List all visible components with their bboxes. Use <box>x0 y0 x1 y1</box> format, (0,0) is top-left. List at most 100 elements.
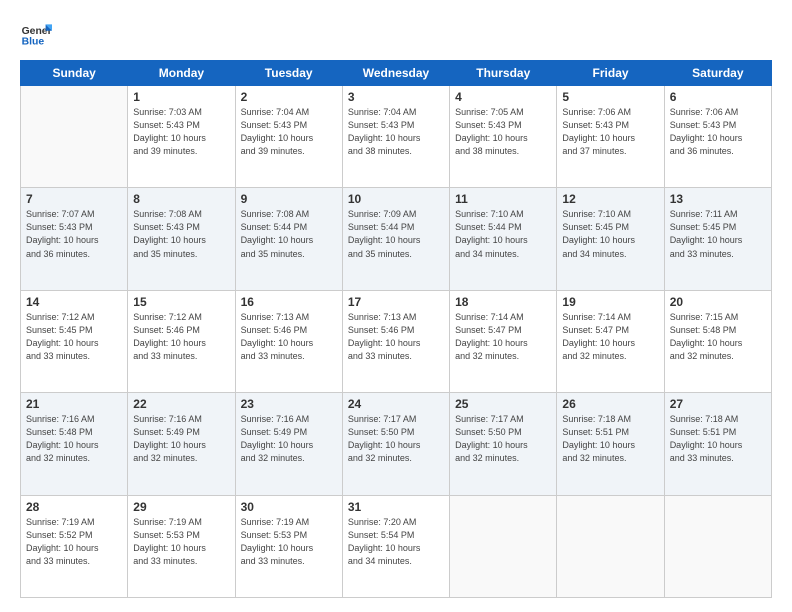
day-number: 7 <box>26 192 122 206</box>
day-number: 31 <box>348 500 444 514</box>
calendar-cell: 18 Sunrise: 7:14 AM Sunset: 5:47 PM Dayli… <box>450 290 557 392</box>
day-info: Sunrise: 7:12 AM Sunset: 5:45 PM Dayligh… <box>26 311 122 363</box>
day-number: 16 <box>241 295 337 309</box>
calendar-cell: 22 Sunrise: 7:16 AM Sunset: 5:49 PM Dayli… <box>128 393 235 495</box>
day-number: 3 <box>348 90 444 104</box>
day-info: Sunrise: 7:07 AM Sunset: 5:43 PM Dayligh… <box>26 208 122 260</box>
day-number: 20 <box>670 295 766 309</box>
day-info: Sunrise: 7:17 AM Sunset: 5:50 PM Dayligh… <box>455 413 551 465</box>
day-info: Sunrise: 7:17 AM Sunset: 5:50 PM Dayligh… <box>348 413 444 465</box>
day-number: 4 <box>455 90 551 104</box>
day-info: Sunrise: 7:19 AM Sunset: 5:52 PM Dayligh… <box>26 516 122 568</box>
calendar-cell: 26 Sunrise: 7:18 AM Sunset: 5:51 PM Dayli… <box>557 393 664 495</box>
calendar-cell <box>21 86 128 188</box>
day-info: Sunrise: 7:12 AM Sunset: 5:46 PM Dayligh… <box>133 311 229 363</box>
day-number: 26 <box>562 397 658 411</box>
day-info: Sunrise: 7:18 AM Sunset: 5:51 PM Dayligh… <box>562 413 658 465</box>
day-number: 25 <box>455 397 551 411</box>
calendar-cell: 25 Sunrise: 7:17 AM Sunset: 5:50 PM Dayli… <box>450 393 557 495</box>
week-row-3: 14 Sunrise: 7:12 AM Sunset: 5:45 PM Dayli… <box>21 290 772 392</box>
calendar-cell: 11 Sunrise: 7:10 AM Sunset: 5:44 PM Dayli… <box>450 188 557 290</box>
day-number: 6 <box>670 90 766 104</box>
day-info: Sunrise: 7:11 AM Sunset: 5:45 PM Dayligh… <box>670 208 766 260</box>
calendar-cell: 6Sunrise: 7:06 AM Sunset: 5:43 PM Daylig… <box>664 86 771 188</box>
calendar-cell <box>450 495 557 597</box>
calendar-cell: 30Sunrise: 7:19 AM Sunset: 5:53 PM Dayli… <box>235 495 342 597</box>
day-info: Sunrise: 7:19 AM Sunset: 5:53 PM Dayligh… <box>241 516 337 568</box>
day-info: Sunrise: 7:15 AM Sunset: 5:48 PM Dayligh… <box>670 311 766 363</box>
day-info: Sunrise: 7:10 AM Sunset: 5:45 PM Dayligh… <box>562 208 658 260</box>
calendar-cell: 19Sunrise: 7:14 AM Sunset: 5:47 PM Dayli… <box>557 290 664 392</box>
weekday-header-row: SundayMondayTuesdayWednesdayThursdayFrid… <box>21 61 772 86</box>
calendar-cell: 2 Sunrise: 7:04 AM Sunset: 5:43 PM Daylig… <box>235 86 342 188</box>
day-number: 9 <box>241 192 337 206</box>
calendar-cell: 9 Sunrise: 7:08 AM Sunset: 5:44 PM Daylig… <box>235 188 342 290</box>
weekday-header-tuesday: Tuesday <box>235 61 342 86</box>
calendar-cell: 5 Sunrise: 7:06 AM Sunset: 5:43 PM Daylig… <box>557 86 664 188</box>
weekday-header-sunday: Sunday <box>21 61 128 86</box>
day-info: Sunrise: 7:16 AM Sunset: 5:48 PM Dayligh… <box>26 413 122 465</box>
day-info: Sunrise: 7:08 AM Sunset: 5:43 PM Dayligh… <box>133 208 229 260</box>
day-number: 12 <box>562 192 658 206</box>
calendar-cell: 16 Sunrise: 7:13 AM Sunset: 5:46 PM Dayli… <box>235 290 342 392</box>
week-row-5: 28 Sunrise: 7:19 AM Sunset: 5:52 PM Dayli… <box>21 495 772 597</box>
calendar-cell: 24 Sunrise: 7:17 AM Sunset: 5:50 PM Dayli… <box>342 393 449 495</box>
calendar-cell: 20 Sunrise: 7:15 AM Sunset: 5:48 PM Dayli… <box>664 290 771 392</box>
day-number: 1 <box>133 90 229 104</box>
calendar-cell <box>557 495 664 597</box>
day-info: Sunrise: 7:19 AM Sunset: 5:53 PM Dayligh… <box>133 516 229 568</box>
week-row-2: 7 Sunrise: 7:07 AM Sunset: 5:43 PM Daylig… <box>21 188 772 290</box>
day-info: Sunrise: 7:09 AM Sunset: 5:44 PM Dayligh… <box>348 208 444 260</box>
calendar-cell: 13 Sunrise: 7:11 AM Sunset: 5:45 PM Dayli… <box>664 188 771 290</box>
weekday-header-friday: Friday <box>557 61 664 86</box>
day-number: 18 <box>455 295 551 309</box>
calendar-cell: 15 Sunrise: 7:12 AM Sunset: 5:46 PM Dayli… <box>128 290 235 392</box>
day-info: Sunrise: 7:20 AM Sunset: 5:54 PM Dayligh… <box>348 516 444 568</box>
day-info: Sunrise: 7:04 AM Sunset: 5:43 PM Dayligh… <box>241 106 337 158</box>
day-info: Sunrise: 7:18 AM Sunset: 5:51 PM Dayligh… <box>670 413 766 465</box>
day-number: 22 <box>133 397 229 411</box>
day-number: 17 <box>348 295 444 309</box>
calendar-cell: 10 Sunrise: 7:09 AM Sunset: 5:44 PM Dayli… <box>342 188 449 290</box>
day-number: 29 <box>133 500 229 514</box>
day-info: Sunrise: 7:08 AM Sunset: 5:44 PM Dayligh… <box>241 208 337 260</box>
day-info: Sunrise: 7:13 AM Sunset: 5:46 PM Dayligh… <box>348 311 444 363</box>
day-number: 5 <box>562 90 658 104</box>
week-row-4: 21 Sunrise: 7:16 AM Sunset: 5:48 PM Dayli… <box>21 393 772 495</box>
weekday-header-wednesday: Wednesday <box>342 61 449 86</box>
logo: General Blue <box>20 18 56 50</box>
day-number: 8 <box>133 192 229 206</box>
day-number: 28 <box>26 500 122 514</box>
day-info: Sunrise: 7:03 AM Sunset: 5:43 PM Dayligh… <box>133 106 229 158</box>
day-number: 27 <box>670 397 766 411</box>
calendar-cell: 1 Sunrise: 7:03 AM Sunset: 5:43 PM Daylig… <box>128 86 235 188</box>
day-number: 13 <box>670 192 766 206</box>
day-number: 10 <box>348 192 444 206</box>
weekday-header-thursday: Thursday <box>450 61 557 86</box>
day-info: Sunrise: 7:16 AM Sunset: 5:49 PM Dayligh… <box>133 413 229 465</box>
calendar-cell: 7 Sunrise: 7:07 AM Sunset: 5:43 PM Daylig… <box>21 188 128 290</box>
svg-text:Blue: Blue <box>22 36 45 47</box>
calendar-cell: 29 Sunrise: 7:19 AM Sunset: 5:53 PM Dayli… <box>128 495 235 597</box>
day-number: 11 <box>455 192 551 206</box>
logo-icon: General Blue <box>20 18 52 50</box>
day-number: 23 <box>241 397 337 411</box>
day-info: Sunrise: 7:04 AM Sunset: 5:43 PM Dayligh… <box>348 106 444 158</box>
day-info: Sunrise: 7:10 AM Sunset: 5:44 PM Dayligh… <box>455 208 551 260</box>
day-number: 19 <box>562 295 658 309</box>
day-number: 24 <box>348 397 444 411</box>
day-info: Sunrise: 7:06 AM Sunset: 5:43 PM Dayligh… <box>562 106 658 158</box>
calendar-cell: 14 Sunrise: 7:12 AM Sunset: 5:45 PM Dayli… <box>21 290 128 392</box>
day-info: Sunrise: 7:14 AM Sunset: 5:47 PM Dayligh… <box>455 311 551 363</box>
day-number: 15 <box>133 295 229 309</box>
day-number: 14 <box>26 295 122 309</box>
day-number: 2 <box>241 90 337 104</box>
week-row-1: 1 Sunrise: 7:03 AM Sunset: 5:43 PM Daylig… <box>21 86 772 188</box>
weekday-header-monday: Monday <box>128 61 235 86</box>
header: General Blue <box>20 18 772 50</box>
day-info: Sunrise: 7:13 AM Sunset: 5:46 PM Dayligh… <box>241 311 337 363</box>
calendar-cell: 4Sunrise: 7:05 AM Sunset: 5:43 PM Daylig… <box>450 86 557 188</box>
day-number: 21 <box>26 397 122 411</box>
calendar-cell: 23Sunrise: 7:16 AM Sunset: 5:49 PM Dayli… <box>235 393 342 495</box>
calendar-cell: 31 Sunrise: 7:20 AM Sunset: 5:54 PM Dayli… <box>342 495 449 597</box>
